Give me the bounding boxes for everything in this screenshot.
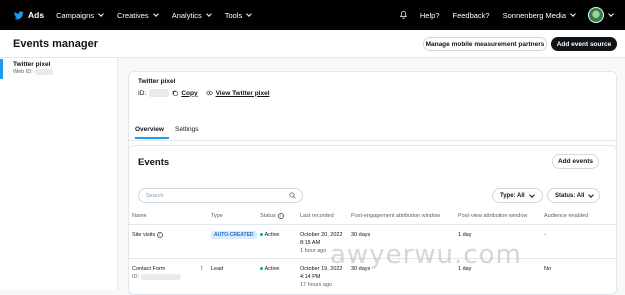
event-type: Lead bbox=[211, 266, 224, 272]
nav-campaigns-label: Campaigns bbox=[56, 10, 94, 20]
auto-created-badge: AUTO-CREATED bbox=[211, 231, 257, 239]
add-events-button[interactable]: Add events bbox=[552, 154, 599, 169]
pixel-id-row: ID: Copy View Twitter pixel bbox=[138, 89, 270, 97]
avatar-menu[interactable] bbox=[588, 7, 614, 23]
active-status-dot bbox=[260, 233, 263, 236]
avatar bbox=[588, 7, 604, 23]
top-nav-bar: Ads Campaigns Creatives Analytics Tools … bbox=[0, 0, 625, 30]
event-status-label: Active bbox=[264, 266, 280, 272]
nav-creatives-label: Creatives bbox=[117, 10, 149, 20]
copy-icon[interactable] bbox=[172, 90, 178, 96]
event-id-label: ID: bbox=[132, 274, 140, 280]
table-divider bbox=[129, 224, 618, 225]
search-placeholder: Search bbox=[146, 192, 164, 199]
nav-analytics[interactable]: Analytics bbox=[171, 10, 212, 20]
pixel-id-label: ID: bbox=[138, 89, 147, 97]
pixel-name: Twitter pixel bbox=[138, 78, 176, 85]
add-event-source-button[interactable]: Add event source bbox=[551, 37, 617, 51]
nav-analytics-label: Analytics bbox=[171, 10, 202, 20]
col-header-last-recorded[interactable]: Last recorded bbox=[300, 213, 334, 219]
main-nav: Campaigns Creatives Analytics Tools bbox=[56, 10, 253, 20]
event-status: Active bbox=[260, 265, 279, 273]
last-recorded-ago: 17 hours ago bbox=[300, 282, 333, 288]
event-status: Active bbox=[260, 231, 279, 239]
audience-enabled: No bbox=[544, 266, 552, 272]
watermark: awyerwu.com bbox=[330, 240, 522, 270]
chevron-down-icon bbox=[205, 11, 212, 17]
chevron-down-icon bbox=[246, 11, 253, 17]
account-menu[interactable]: Sonnenberg Media bbox=[502, 10, 576, 20]
col-header-status-label: Status bbox=[260, 213, 276, 219]
nav-tools-label: Tools bbox=[224, 10, 243, 20]
event-id: ID: bbox=[132, 273, 181, 281]
events-title: Events bbox=[138, 157, 170, 168]
chevron-down-icon bbox=[588, 191, 595, 198]
nav-campaigns[interactable]: Campaigns bbox=[56, 10, 104, 20]
post-view-window: 1 day bbox=[458, 232, 472, 238]
feedback-link[interactable]: Feedback? bbox=[453, 11, 490, 20]
chevron-down-icon bbox=[528, 191, 535, 198]
last-recorded-time: 4:14 PM bbox=[300, 274, 321, 280]
col-header-type[interactable]: Type bbox=[211, 213, 223, 219]
events-card: Events Add events Search Type: All Statu… bbox=[128, 145, 618, 295]
col-header-name[interactable]: Name bbox=[132, 213, 147, 219]
page-header: Events manager Manage mobile measurement… bbox=[0, 30, 625, 58]
twitter-bird-icon bbox=[14, 10, 24, 19]
tab-settings[interactable]: Settings bbox=[175, 126, 199, 133]
redacted-id bbox=[34, 69, 53, 75]
tab-overview[interactable]: Overview bbox=[135, 126, 164, 133]
account-name: Sonnenberg Media bbox=[502, 10, 566, 20]
help-link[interactable]: Help? bbox=[420, 11, 440, 20]
active-status-dot bbox=[260, 267, 263, 270]
tab-bar: Overview Settings bbox=[129, 116, 618, 141]
status-filter-label: Status: All bbox=[555, 192, 585, 199]
sidebar: Twitter pixel Web ID: bbox=[0, 58, 118, 290]
audience-enabled: - bbox=[544, 232, 546, 238]
search-icon bbox=[289, 192, 296, 199]
type-filter-label: Type: All bbox=[500, 192, 525, 199]
active-tab-indicator bbox=[135, 137, 169, 139]
sidebar-item-web-id: Web ID: bbox=[13, 69, 117, 75]
twitter-ads-logo[interactable]: Ads bbox=[14, 10, 44, 20]
type-filter-dropdown[interactable]: Type: All bbox=[492, 188, 543, 203]
col-header-status[interactable]: Status i bbox=[260, 213, 284, 219]
chevron-down-icon bbox=[608, 11, 614, 17]
event-name: Site visits bbox=[132, 232, 156, 238]
view-twitter-pixel-link[interactable]: View Twitter pixel bbox=[216, 90, 270, 97]
event-name: Contact Form bbox=[132, 266, 166, 272]
page-title: Events manager bbox=[13, 38, 98, 50]
col-header-post-view[interactable]: Post-view attribution window bbox=[458, 213, 527, 219]
info-icon[interactable]: i bbox=[277, 213, 284, 219]
last-recorded-date: October 20, 2022 bbox=[300, 232, 343, 238]
eye-icon bbox=[205, 90, 213, 96]
info-icon[interactable]: i bbox=[156, 232, 163, 238]
web-id-label: Web ID: bbox=[13, 69, 33, 75]
manage-mmp-button[interactable]: Manage mobile measurement partners bbox=[423, 37, 547, 51]
copy-link[interactable]: Copy bbox=[181, 90, 197, 97]
nav-creatives[interactable]: Creatives bbox=[117, 10, 159, 20]
row-more-options-icon[interactable]: ⋮ bbox=[199, 265, 205, 273]
nav-tools[interactable]: Tools bbox=[224, 10, 253, 20]
status-filter-dropdown[interactable]: Status: All bbox=[547, 188, 600, 203]
sidebar-item-twitter-pixel[interactable]: Twitter pixel Web ID: bbox=[0, 59, 117, 79]
table-row-site-visits-name[interactable]: Site visits i bbox=[132, 231, 163, 239]
event-type: AUTO-CREATED bbox=[211, 231, 257, 239]
col-header-post-engagement[interactable]: Post-engagement attribution window bbox=[351, 213, 440, 219]
sidebar-item-title: Twitter pixel bbox=[13, 61, 51, 68]
brand-label: Ads bbox=[28, 10, 45, 20]
notification-bell-icon[interactable] bbox=[399, 11, 407, 19]
redacted-id bbox=[140, 273, 181, 280]
post-engagement-window: 30 days bbox=[351, 232, 371, 238]
redacted-id bbox=[149, 89, 170, 97]
chevron-down-icon bbox=[98, 11, 104, 17]
event-status-label: Active bbox=[264, 232, 280, 238]
search-input[interactable]: Search bbox=[138, 188, 303, 203]
col-header-audience[interactable]: Audience enabled bbox=[544, 213, 588, 219]
top-right-controls: Help? Feedback? Sonnenberg Media bbox=[399, 7, 614, 23]
chevron-down-icon bbox=[152, 11, 159, 17]
table-row-contact-form-name[interactable]: Contact Form ID: bbox=[132, 265, 181, 281]
chevron-down-icon bbox=[570, 11, 576, 17]
